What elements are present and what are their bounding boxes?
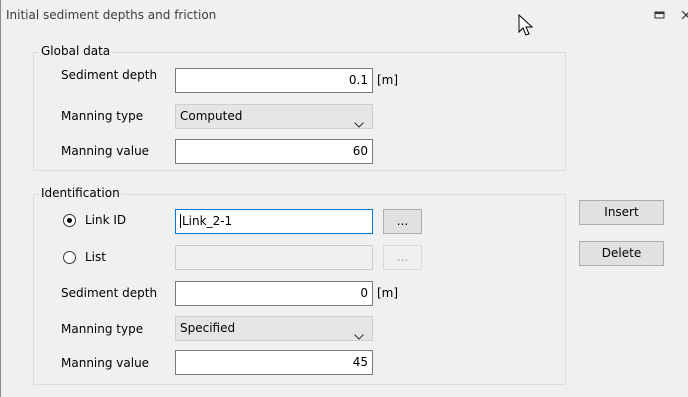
radio-selected-dot <box>67 218 72 223</box>
list-browse-button[interactable]: ... <box>383 245 422 270</box>
text-caret <box>180 214 181 228</box>
delete-button[interactable]: Delete <box>579 241 664 266</box>
ident-sediment-depth-label: Sediment depth <box>61 286 158 300</box>
global-sediment-depth-unit: [m] <box>377 73 399 87</box>
identification-title: Identification <box>39 186 122 200</box>
window-title: Initial sediment depths and friction <box>6 8 217 22</box>
ident-manning-type-value: Specified <box>180 321 236 335</box>
mouse-pointer-icon <box>518 13 534 41</box>
dialog-window: Initial sediment depths and friction Glo… <box>0 0 688 397</box>
link-id-browse-button[interactable]: ... <box>383 209 422 234</box>
list-input[interactable] <box>175 245 373 270</box>
close-icon[interactable] <box>678 6 688 24</box>
link-id-radio[interactable]: Link ID <box>63 213 163 230</box>
link-id-radio-circle <box>63 214 76 227</box>
title-bar: Initial sediment depths and friction <box>1 0 688 31</box>
chevron-down-icon <box>354 325 364 348</box>
global-manning-type-select[interactable]: Computed <box>175 104 373 129</box>
ident-sediment-depth-input[interactable]: 0 <box>175 281 373 306</box>
maximize-icon[interactable] <box>650 6 668 24</box>
ident-sediment-depth-unit: [m] <box>377 286 399 300</box>
global-sediment-depth-label: Sediment depth <box>61 68 158 82</box>
ident-manning-type-label: Manning type <box>61 322 144 336</box>
list-radio-circle <box>63 251 76 264</box>
ident-manning-type-select[interactable]: Specified <box>175 316 373 341</box>
chevron-down-icon <box>354 113 364 136</box>
global-manning-value-input[interactable]: 60 <box>175 139 373 164</box>
global-sediment-depth-input[interactable]: 0.1 <box>175 68 373 93</box>
insert-button[interactable]: Insert <box>579 200 664 225</box>
link-id-value: Link_2-1 <box>182 214 233 228</box>
global-manning-value-label: Manning value <box>61 144 150 158</box>
global-data-title: Global data <box>39 44 113 58</box>
ident-manning-value-label: Manning value <box>61 356 150 370</box>
global-manning-type-value: Computed <box>180 109 243 123</box>
global-manning-type-label: Manning type <box>61 109 144 123</box>
list-radio[interactable]: List <box>63 250 163 267</box>
list-radio-label: List <box>85 250 106 264</box>
link-id-input[interactable]: Link_2-1 <box>175 209 373 234</box>
ident-manning-value-input[interactable]: 45 <box>175 350 373 375</box>
link-id-radio-label: Link ID <box>85 213 127 227</box>
